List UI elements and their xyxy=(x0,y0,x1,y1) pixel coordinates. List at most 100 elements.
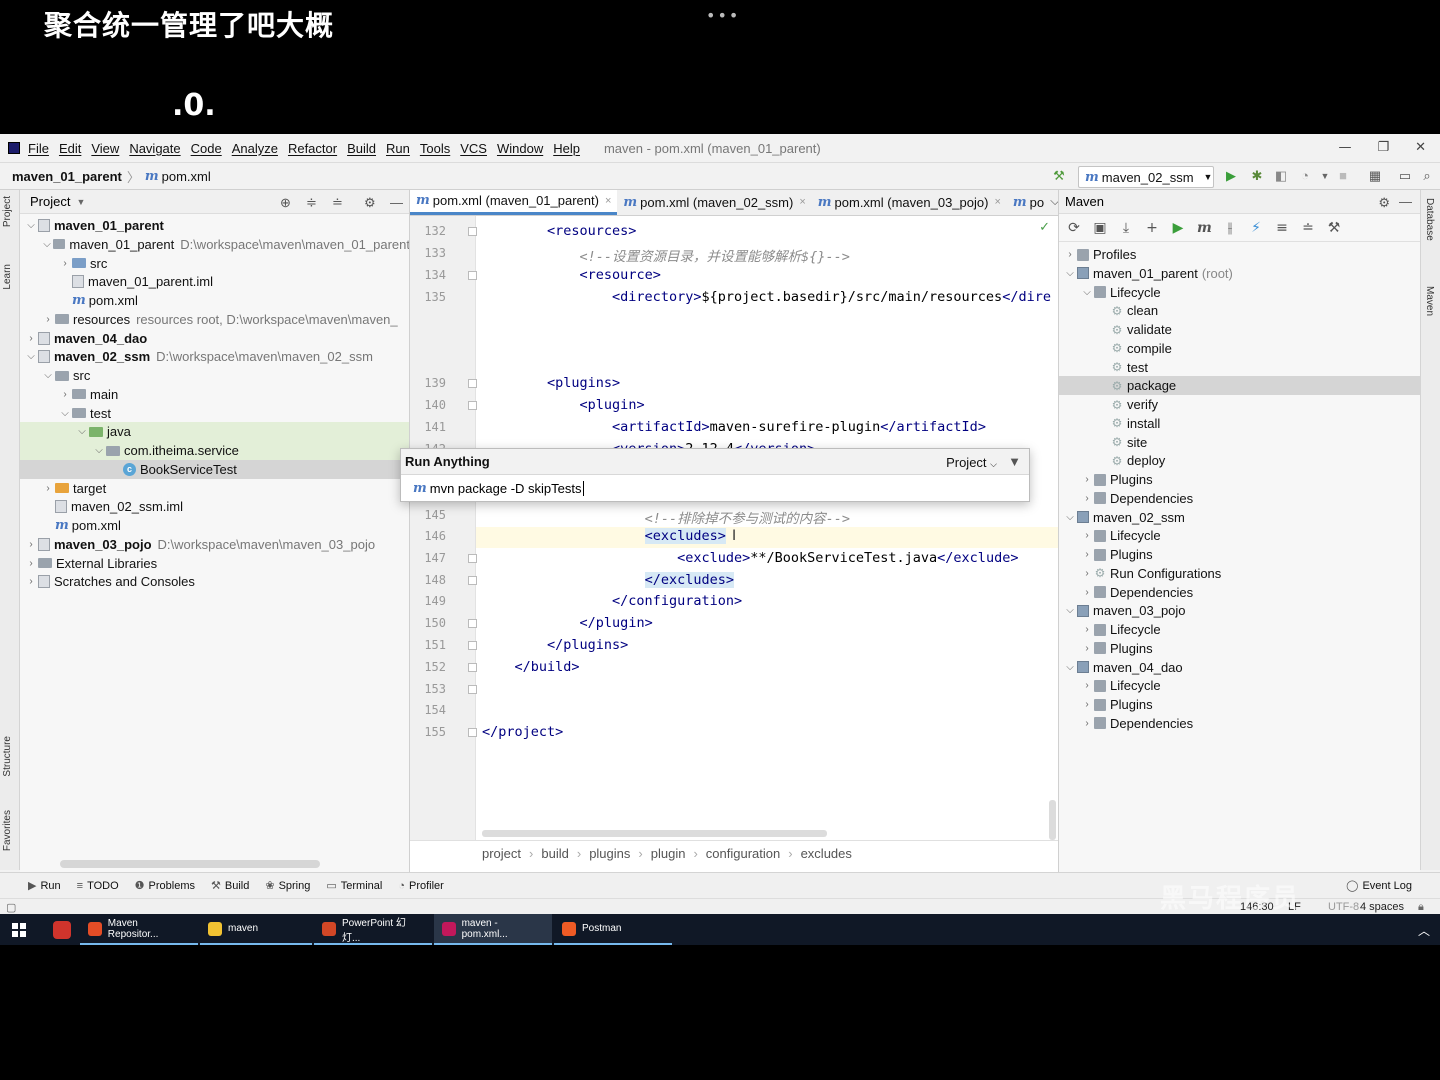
expand-arrow-icon[interactable]: ⌵ xyxy=(1080,287,1094,298)
maven-tree-row[interactable]: ⚙ verify xyxy=(1059,395,1420,414)
run-anything-input[interactable]: m mvn package -D skipTests xyxy=(401,475,1029,501)
maven-tree-row[interactable]: › Plugins xyxy=(1059,545,1420,564)
tool-spring-button[interactable]: ❀ Spring xyxy=(265,879,310,893)
maven-tree-row[interactable]: ⚙ package xyxy=(1059,376,1420,396)
project-tree-row[interactable]: › target xyxy=(20,479,409,498)
project-tree-row[interactable]: › src xyxy=(20,254,409,273)
expand-arrow-icon[interactable]: ⌵ xyxy=(1063,512,1077,523)
profile-icon[interactable]: ◔ xyxy=(1298,169,1312,183)
code-line[interactable]: </project> xyxy=(482,724,563,740)
skip-tests-icon[interactable]: ⚡ xyxy=(1249,220,1263,236)
expand-arrow-icon[interactable]: › xyxy=(58,258,72,269)
fold-marker-icon[interactable] xyxy=(468,619,477,628)
maven-tree-row[interactable]: ⚙ install xyxy=(1059,414,1420,433)
maven-tree-row[interactable]: › Plugins xyxy=(1059,470,1420,489)
close-tab-icon[interactable]: × xyxy=(994,196,1000,208)
maven-tree-row[interactable]: › Lifecycle xyxy=(1059,526,1420,545)
windows-start-icon[interactable] xyxy=(12,922,26,937)
hide-panel-icon[interactable]: — xyxy=(390,195,403,210)
wrench-icon[interactable]: ⚒ xyxy=(1327,220,1341,236)
collapse-all-icon[interactable]: ≐ xyxy=(1301,220,1315,236)
xml-breadcrumb-item[interactable]: build xyxy=(541,846,568,861)
database-tool-tab[interactable]: Database xyxy=(1424,198,1435,241)
maven-tree-row[interactable]: › Dependencies xyxy=(1059,489,1420,508)
close-tab-icon[interactable]: × xyxy=(605,195,611,207)
fold-marker-icon[interactable] xyxy=(468,271,477,280)
fold-marker-icon[interactable] xyxy=(468,554,477,563)
code-line[interactable]: <resource> xyxy=(482,267,661,283)
fold-marker-icon[interactable] xyxy=(468,663,477,672)
fold-marker-icon[interactable] xyxy=(468,401,477,410)
menu-refactor[interactable]: Refactor xyxy=(288,141,337,156)
project-structure-icon[interactable]: ▦ xyxy=(1368,169,1382,183)
code-line[interactable]: <plugin> xyxy=(482,397,645,413)
file-encoding[interactable]: UTF-8 xyxy=(1328,901,1359,913)
menu-build[interactable]: Build xyxy=(347,141,376,156)
expand-arrow-icon[interactable]: ⌵ xyxy=(1063,662,1077,673)
code-line[interactable]: <artifactId>maven-surefire-plugin</artif… xyxy=(482,419,986,435)
expand-arrow-icon[interactable]: › xyxy=(24,333,38,344)
app-icon-red[interactable] xyxy=(44,914,80,945)
collapse-all-icon[interactable]: ≐ xyxy=(332,195,343,211)
menu-run[interactable]: Run xyxy=(386,141,410,156)
maven-tree-row[interactable]: ⌵ maven_03_pojo xyxy=(1059,601,1420,620)
lock-icon[interactable]: 🔒︎ xyxy=(1418,901,1424,914)
tool-build-button[interactable]: ⚒ Build xyxy=(211,879,249,893)
expand-all-icon[interactable]: ≑ xyxy=(306,195,317,211)
maven-tree-row[interactable]: ⚙ deploy xyxy=(1059,451,1420,470)
code-line[interactable]: </plugin> xyxy=(482,615,653,631)
expand-arrow-icon[interactable]: ⌵ xyxy=(1063,605,1077,616)
fold-marker-icon[interactable] xyxy=(468,576,477,585)
fold-marker-icon[interactable] xyxy=(468,379,477,388)
expand-arrow-icon[interactable]: ⌵ xyxy=(1063,268,1077,279)
menu-edit[interactable]: Edit xyxy=(59,141,81,156)
execute-maven-goal-icon[interactable]: m xyxy=(1197,220,1212,236)
expand-arrow-icon[interactable]: › xyxy=(1080,699,1094,710)
maven-tree-row[interactable]: ⚙ site xyxy=(1059,433,1420,452)
expand-arrow-icon[interactable]: › xyxy=(1080,624,1094,635)
editor-horizontal-scrollbar[interactable] xyxy=(482,830,827,837)
debug-icon[interactable]: ✱ xyxy=(1250,169,1264,183)
expand-arrow-icon[interactable]: › xyxy=(58,389,72,400)
menu-analyze[interactable]: Analyze xyxy=(232,141,278,156)
expand-arrow-icon[interactable]: ⌵ xyxy=(24,220,38,231)
fold-marker-icon[interactable] xyxy=(468,227,477,236)
maven-tree-row[interactable]: ⚙ clean xyxy=(1059,301,1420,320)
menu-window[interactable]: Window xyxy=(497,141,543,156)
maven-tree-row[interactable]: › ⚙ Run Configurations xyxy=(1059,564,1420,583)
editor-tab[interactable]: m pom.xml (maven_02_ssm) × xyxy=(617,190,811,215)
maven-tree-row[interactable]: ⚙ compile xyxy=(1059,339,1420,358)
menu-code[interactable]: Code xyxy=(191,141,222,156)
menu-view[interactable]: View xyxy=(91,141,119,156)
maven-tree-row[interactable]: ⌵ maven_01_parent (root) xyxy=(1059,264,1420,283)
project-tree-row[interactable]: › resources resources root, D:\workspace\m… xyxy=(20,310,409,329)
locate-icon[interactable]: ⊕ xyxy=(280,195,291,211)
minimize-button[interactable]: — xyxy=(1338,140,1351,155)
gear-icon[interactable]: ⚙ xyxy=(1378,195,1390,211)
tray-chevron-up-icon[interactable]: ︿ xyxy=(1418,922,1430,939)
expand-arrow-icon[interactable]: ⌵ xyxy=(41,370,55,381)
horizontal-scrollbar[interactable] xyxy=(60,860,320,868)
tool-terminal-button[interactable]: ▭ Terminal xyxy=(326,879,382,893)
maven-tree-row[interactable]: › Lifecycle xyxy=(1059,676,1420,695)
expand-arrow-icon[interactable]: ⌵ xyxy=(92,445,106,456)
reload-icon[interactable]: ⟳ xyxy=(1067,220,1081,236)
toggle-offline-icon[interactable]: ⫲ xyxy=(1223,220,1237,236)
maven-tree-row[interactable]: ⚙ test xyxy=(1059,358,1420,377)
scope-dropdown[interactable]: Project ⌵ xyxy=(946,455,997,470)
close-tab-icon[interactable]: × xyxy=(799,196,805,208)
taskbar-item[interactable]: maven - pom.xml... xyxy=(434,914,552,945)
project-tree-row[interactable]: maven_01_parent.iml xyxy=(20,272,409,291)
expand-arrow-icon[interactable]: › xyxy=(41,314,55,325)
breadcrumb-file[interactable]: pom.xml xyxy=(162,169,211,184)
add-icon[interactable]: + xyxy=(1145,220,1159,236)
expand-arrow-icon[interactable]: ⌵ xyxy=(58,408,72,419)
expand-arrow-icon[interactable]: ⌵ xyxy=(24,351,38,362)
tool-profiler-button[interactable]: ◔ Profiler xyxy=(398,880,444,892)
maven-tree-row[interactable]: › Plugins xyxy=(1059,695,1420,714)
menu-vcs[interactable]: VCS xyxy=(460,141,487,156)
download-icon[interactable]: ⤓ xyxy=(1119,220,1133,236)
project-tree-row[interactable]: ⌵ java xyxy=(20,422,409,442)
editor-tab[interactable]: m pom.xml (maven_03_pojo) × xyxy=(812,190,1007,215)
coverage-icon[interactable]: ◧ xyxy=(1274,169,1288,183)
